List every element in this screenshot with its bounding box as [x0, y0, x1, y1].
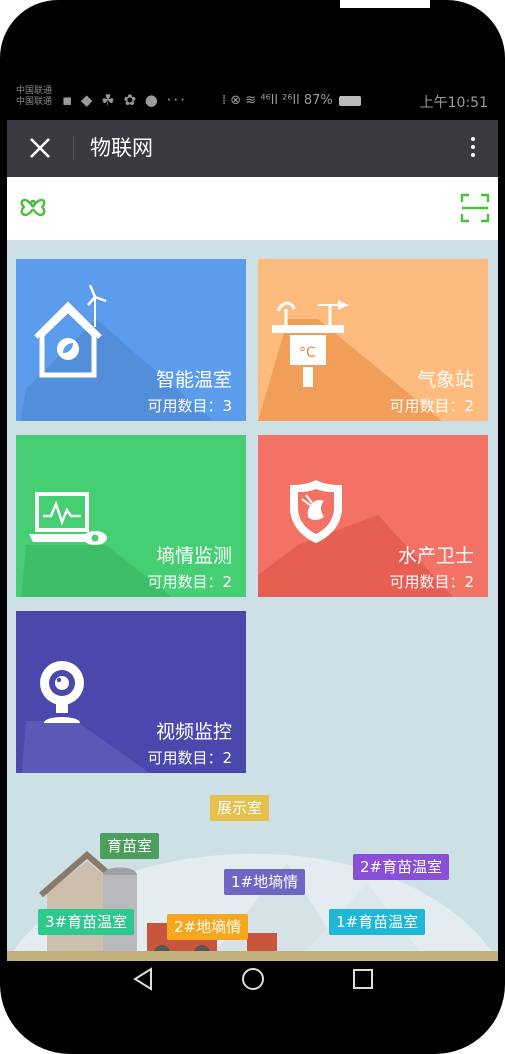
screen: 中国联通 中国联通 ▪ ◆ ☘ ✿ ● ··· ⁞ ⊗ ≋ ⁴⁶ll ²⁶ll …: [7, 83, 498, 961]
tile-count: 可用数目：2: [389, 397, 474, 415]
tile-count: 可用数目：2: [147, 573, 232, 591]
tile-smart-greenhouse[interactable]: 智能温室 可用数目：3: [16, 259, 246, 421]
status-time: 上午10:51: [419, 95, 488, 111]
greenhouse-icon: [34, 285, 107, 378]
more-vertical-icon[interactable]: [466, 133, 480, 165]
battery-icon: [338, 95, 361, 106]
tile-name: 墒情监测: [155, 545, 232, 567]
top-cutout: [340, 0, 430, 8]
status-bar: 中国联通 中国联通 ▪ ◆ ☘ ✿ ● ··· ⁞ ⊗ ≋ ⁴⁶ll ²⁶ll …: [7, 83, 498, 120]
map-tag-seedling-room[interactable]: 育苗室: [100, 833, 160, 859]
tile-video-surveillance[interactable]: 视频监控 可用数目：2: [16, 611, 246, 773]
tile-name: 智能温室: [155, 369, 232, 391]
notification-icons: ▪ ◆ ☘ ✿ ● ···: [62, 91, 187, 109]
clover-logo-icon: [20, 198, 46, 217]
webcam-icon: [40, 661, 84, 723]
map-tag-plot1-soil[interactable]: 1#地墒情: [224, 869, 306, 895]
carrier-labels: 中国联通 中国联通: [16, 86, 52, 108]
tile-aquatic-guardian[interactable]: 水产卫士 可用数目：2: [258, 435, 488, 597]
signal-wifi-icons: ⁞ ⊗ ≋ ⁴⁶ll ²⁶ll 87%: [222, 93, 333, 108]
home-circle-icon[interactable]: [240, 966, 266, 992]
page-title: 物联网: [90, 136, 153, 160]
close-icon[interactable]: [26, 134, 54, 162]
tile-count: 可用数目：3: [147, 397, 232, 415]
nav-bar: [7, 961, 498, 997]
soil-monitor-icon: [29, 492, 107, 545]
map-tag-showroom[interactable]: 展示室: [210, 795, 270, 821]
weather-station-icon: °C: [272, 300, 348, 387]
tile-count: 可用数目：2: [389, 573, 474, 591]
tile-name: 视频监控: [155, 721, 232, 743]
carrier-1: 中国联通: [16, 86, 53, 96]
title-divider: [73, 136, 74, 160]
system-status-icons: ⁞ ⊗ ≋ ⁴⁶ll ²⁶ll 87%: [222, 93, 363, 108]
title-bar: 物联网: [7, 120, 498, 177]
map-tag-plot2-soil[interactable]: 2#地墒情: [167, 914, 249, 940]
tile-name: 气象站: [416, 369, 474, 391]
tile-soil-monitoring[interactable]: 墒情监测 可用数目：2: [16, 435, 246, 597]
map-tag-greenhouse-1[interactable]: 1#育苗温室: [329, 909, 426, 935]
tile-weather-station[interactable]: °C 气象站 可用数目：2: [258, 259, 488, 421]
tile-count: 可用数目：2: [147, 749, 232, 767]
app-header: [7, 177, 498, 241]
tile-name: 水产卫士: [397, 545, 474, 567]
carrier-2: 中国联通: [16, 97, 53, 107]
svg-text:°C: °C: [299, 345, 316, 361]
farm-map-scene: 展示室 育苗室 1#地墒情 2#育苗温室 3#育苗温室 2#地墒情 1#育苗温室: [7, 783, 498, 961]
map-tag-greenhouse-3[interactable]: 3#育苗温室: [38, 909, 135, 935]
recents-square-icon[interactable]: [350, 966, 376, 992]
scan-icon[interactable]: [459, 192, 491, 224]
back-triangle-icon[interactable]: [131, 966, 157, 992]
aquatic-shield-icon: [290, 480, 342, 543]
phone-frame: 中国联通 中国联通 ▪ ◆ ☘ ✿ ● ··· ⁞ ⊗ ≋ ⁴⁶ll ²⁶ll …: [0, 0, 505, 1054]
map-tag-greenhouse-2[interactable]: 2#育苗温室: [353, 854, 450, 880]
